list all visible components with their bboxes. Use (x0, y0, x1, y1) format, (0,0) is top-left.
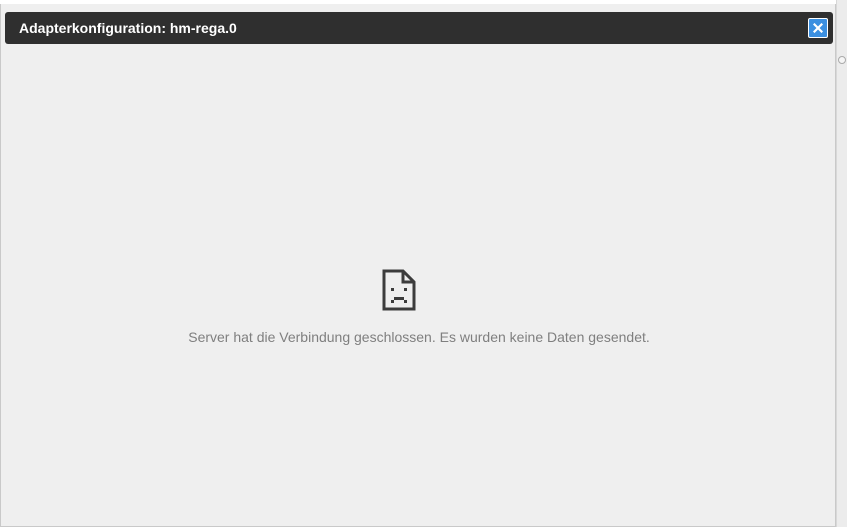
dialog-title: Adapterkonfiguration: hm-rega.0 (19, 20, 237, 36)
error-message: Server hat die Verbindung geschlossen. E… (188, 329, 650, 345)
side-scrollbar-strip (836, 0, 847, 527)
close-button[interactable] (808, 18, 828, 38)
side-handle-icon[interactable] (838, 56, 846, 64)
sad-page-icon (382, 269, 416, 311)
dialog-content: Server hat die Verbindung geschlossen. E… (1, 44, 837, 531)
adapter-config-dialog: Adapterkonfiguration: hm-rega.0 Server h… (0, 4, 836, 527)
close-icon (813, 23, 823, 33)
dialog-titlebar[interactable]: Adapterkonfiguration: hm-rega.0 (5, 12, 833, 44)
